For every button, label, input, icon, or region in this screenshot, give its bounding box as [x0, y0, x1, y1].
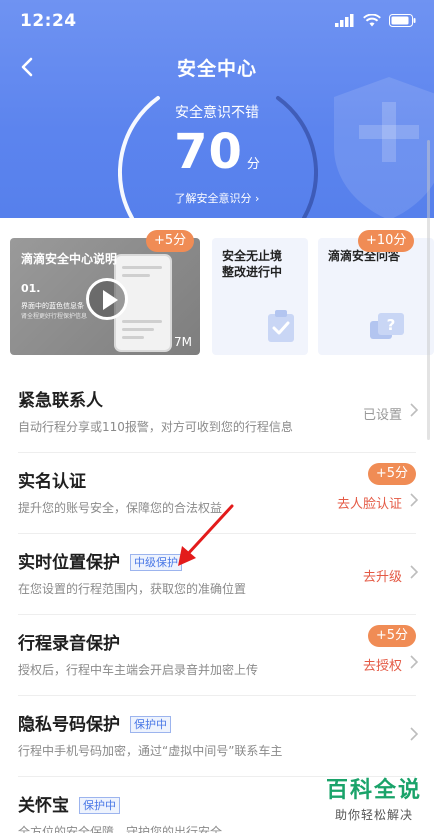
feature-cards: 滴滴安全中心说明 01. 界面中的蓝色信息条 肾全程更好行程保护信息 7M +5…: [0, 218, 434, 368]
score-label: 安全意识不错: [175, 105, 259, 121]
status-bar: 12:24: [0, 0, 434, 44]
list-item-emergency-contact[interactable]: 紧急联系人 自动行程分享或110报警，对方可收到您的行程信息 已设置: [18, 372, 418, 453]
annotation-arrow: [178, 504, 234, 566]
row-tag: 保护中: [79, 797, 120, 814]
video-badge: +5分: [146, 230, 195, 252]
rectification-card[interactable]: 安全无止境 整改进行中: [212, 238, 308, 355]
scroll-indicator: [427, 140, 430, 440]
battery-icon: [389, 14, 416, 27]
video-subtitle: 界面中的蓝色信息条: [21, 302, 84, 310]
chevron-right-icon: [410, 727, 418, 741]
watermark: 百科全说 助你轻松解决: [326, 772, 422, 823]
row-desc: 行程中手机号码加密，通过“虚拟中间号”联系车主: [18, 744, 283, 758]
score-value: 70: [174, 124, 243, 180]
row-desc: 授权后，行程中车主端会开启录音并加密上传: [18, 663, 259, 677]
watermark-main: 百科全说: [325, 778, 422, 803]
row-badge: +5分: [367, 463, 416, 485]
row-desc: 在您设置的行程范围内，获取您的准确位置: [18, 582, 247, 596]
quiz-badge: +10分: [358, 230, 415, 252]
rectification-title: 安全无止境 整改进行中: [222, 248, 282, 280]
wifi-icon: [363, 14, 381, 27]
video-title: 滴滴安全中心说明: [21, 252, 118, 266]
row-desc: 自动行程分享或110报警，对方可收到您的行程信息: [18, 420, 293, 434]
row-action: 已设置: [362, 408, 402, 423]
row-action: 去人脸认证: [336, 497, 402, 512]
row-tag: 保护中: [130, 716, 171, 733]
video-subtitle-2: 肾全程更好行程保护信息: [21, 313, 88, 320]
row-title: 关怀宝 保护中: [18, 791, 120, 816]
chevron-right-icon: [410, 565, 418, 579]
row-title: 行程录音保护: [18, 634, 120, 654]
score-info-link[interactable]: 了解安全意识分 ›: [0, 190, 434, 206]
clipboard-check-icon: [268, 310, 294, 342]
svg-text:?: ?: [387, 316, 396, 334]
row-title: 紧急联系人: [18, 391, 103, 411]
rectification-title-line1: 安全无止境: [222, 249, 283, 263]
status-icons: [335, 14, 416, 27]
row-desc: 全方位的安全保障，守护您的出行安全: [18, 825, 223, 833]
row-action: 去授权: [362, 659, 402, 674]
list-item-private-number[interactable]: 隐私号码保护 保护中 行程中手机号码加密，通过“虚拟中间号”联系车主: [18, 696, 418, 777]
quiz-card[interactable]: 滴滴安全问答 ?: [318, 238, 434, 355]
row-action: 去升级: [362, 570, 402, 585]
signal-icon: [335, 14, 354, 27]
score-unit: 分: [246, 157, 260, 172]
row-title: 实名认证: [18, 472, 86, 492]
list-item-recording-protection[interactable]: 行程录音保护 授权后，行程中车主端会开启录音并加密上传 +5分 去授权: [18, 615, 418, 696]
status-time: 12:24: [20, 11, 77, 31]
video-size: 7M: [174, 335, 192, 349]
watermark-sub: 助你轻松解决: [334, 808, 413, 822]
play-icon[interactable]: [86, 278, 128, 320]
score-value-wrap: 70 分: [0, 124, 434, 180]
question-chat-icon: ?: [370, 313, 404, 339]
video-number: 01.: [21, 282, 41, 295]
chevron-right-icon: [410, 655, 418, 669]
video-card[interactable]: 滴滴安全中心说明 01. 界面中的蓝色信息条 肾全程更好行程保护信息 7M: [10, 238, 200, 355]
rectification-title-line2: 整改进行中: [222, 265, 283, 279]
header: 12:24 安全中心 安全意识不错 70 分 了解安全意识分 ›: [0, 0, 434, 218]
security-settings-list: 紧急联系人 自动行程分享或110报警，对方可收到您的行程信息 已设置 实名认证 …: [0, 372, 434, 833]
chevron-right-icon: [410, 493, 418, 507]
chevron-right-icon: [410, 403, 418, 417]
row-title: 隐私号码保护 保护中: [18, 710, 171, 735]
row-badge: +5分: [367, 625, 416, 647]
